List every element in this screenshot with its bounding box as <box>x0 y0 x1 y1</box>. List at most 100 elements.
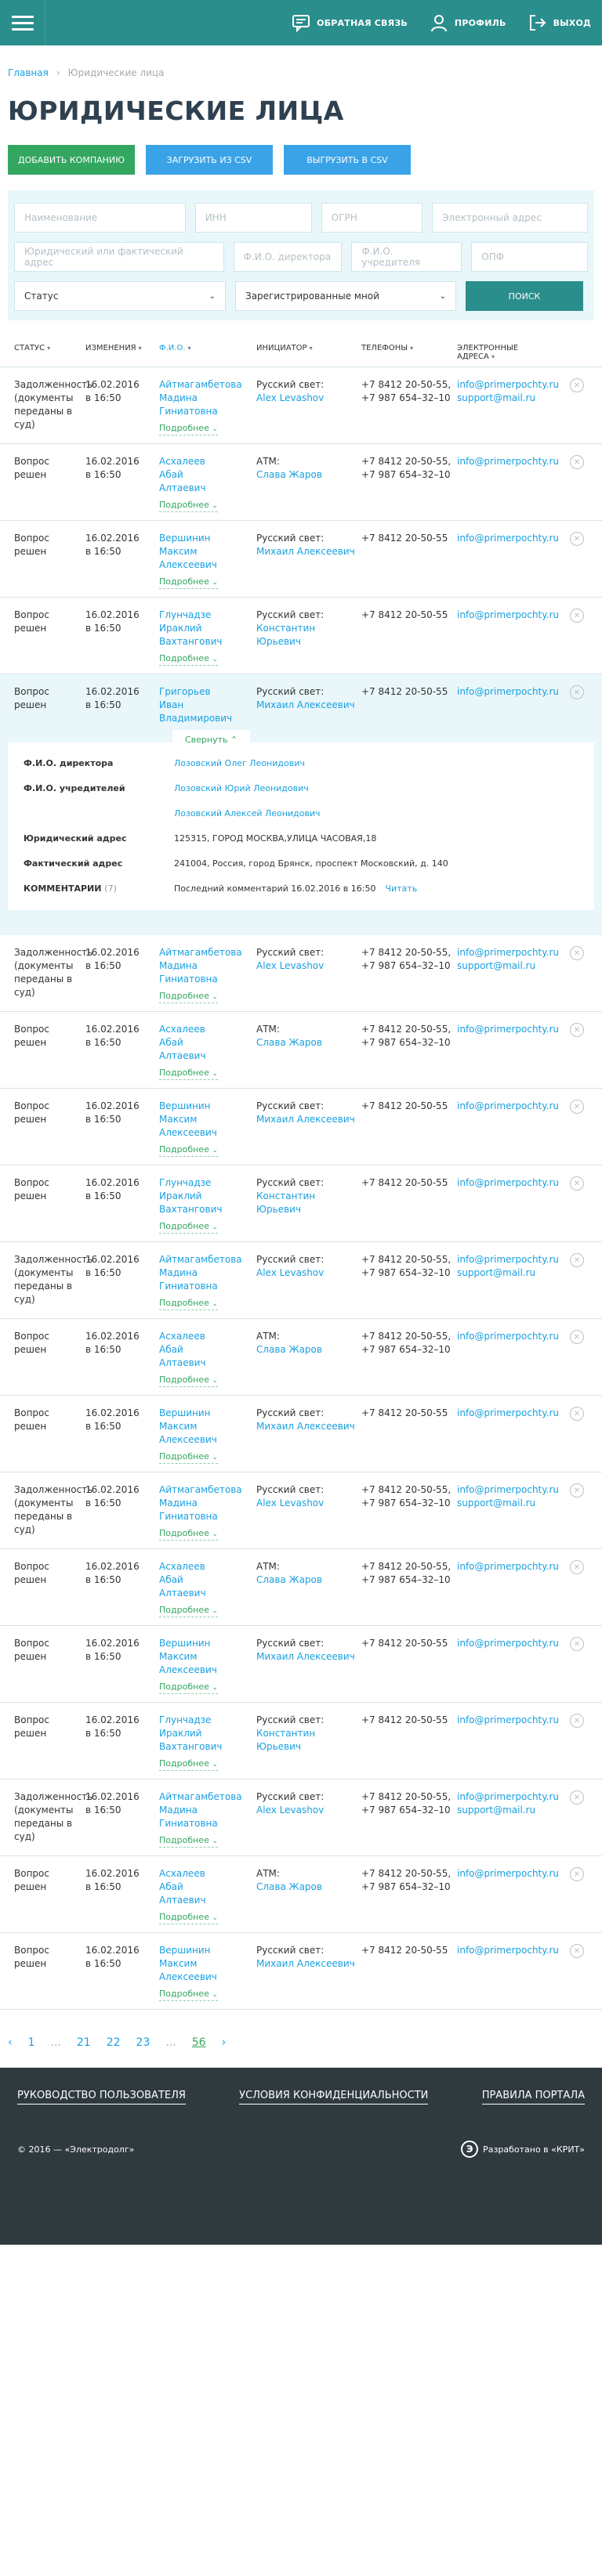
privacy-link[interactable]: УСЛОВИЯ КОНФИДЕНЦИАЛЬНОСТИ <box>239 2090 429 2105</box>
row-fio-line[interactable]: Мадина <box>159 1497 256 1510</box>
row-initiator-name[interactable]: Alex Levashov <box>256 1804 361 1817</box>
more-link[interactable]: Подробнее ⌄ <box>159 576 218 589</box>
inn-input[interactable]: ИНН <box>194 203 312 233</box>
detail-founder-value[interactable]: Лозовский Юрий Леонидович <box>174 782 321 796</box>
more-link[interactable]: Подробнее ⌄ <box>159 1528 218 1541</box>
row-fio-line[interactable]: Максим <box>159 1113 256 1126</box>
table-row[interactable]: Вопрос решен 16.02.2016 в 16:50 Вершинин Мак… <box>0 521 602 598</box>
email-input[interactable]: Электронный адрес <box>432 203 588 233</box>
row-email[interactable]: support@mail.ru <box>457 959 567 973</box>
more-link[interactable]: Подробнее ⌄ <box>159 1912 218 1924</box>
breadcrumb-home[interactable]: Главная <box>8 67 49 78</box>
ogrn-input[interactable]: ОГРН <box>321 203 423 233</box>
more-link[interactable]: Подробнее ⌄ <box>159 1068 218 1080</box>
table-row[interactable]: Вопрос решен 16.02.2016 в 16:50 Глунчадзе Ир… <box>0 1165 602 1242</box>
director-input[interactable]: Ф.И.О. директора <box>233 242 343 272</box>
row-email[interactable]: info@primerpochty.ru <box>457 1176 567 1190</box>
row-fio-line[interactable]: Абай <box>159 1343 256 1357</box>
founder-input[interactable]: Ф.И.О. учредителя <box>351 242 462 272</box>
more-link[interactable]: Подробнее ⌄ <box>159 1758 218 1771</box>
close-icon[interactable]: ✕ <box>570 609 584 623</box>
row-fio-line[interactable]: Алтаевич <box>159 1587 256 1600</box>
more-link[interactable]: Подробнее ⌄ <box>159 1375 218 1387</box>
row-initiator-name[interactable]: Alex Levashov <box>256 959 361 973</box>
close-icon[interactable]: ✕ <box>570 1560 584 1574</box>
table-row[interactable]: Вопрос решен 16.02.2016 в 16:50 Асхалеев Аба… <box>0 1012 602 1089</box>
row-email[interactable]: info@primerpochty.ru <box>457 1100 567 1113</box>
row-fio-line[interactable]: Максим <box>159 1957 256 1971</box>
row-fio-line[interactable]: Гиниатовна <box>159 1510 256 1523</box>
export-csv-button[interactable]: ВЫГРУЗИТЬ В CSV <box>284 145 411 175</box>
row-fio-line[interactable]: Мадина <box>159 959 256 973</box>
row-email[interactable]: info@primerpochty.ru <box>457 685 567 699</box>
row-fio-line[interactable]: Глунчадзе <box>159 1176 256 1190</box>
row-email[interactable]: info@primerpochty.ru <box>457 1944 567 1957</box>
row-fio-line[interactable]: Алексеевич <box>159 1126 256 1140</box>
col-emails[interactable]: ЭЛЕКТРОННЫЕ АДРЕСА ▾ <box>457 344 567 361</box>
close-icon[interactable]: ✕ <box>570 378 584 392</box>
detail-founder-value[interactable]: Лозовский Алексей Леонидович <box>174 807 321 821</box>
table-row[interactable]: Задолженность (документы переданы в суд) 16… <box>0 1779 602 1856</box>
row-fio-line[interactable]: Алексеевич <box>159 1664 256 1677</box>
row-fio-line[interactable]: Алексеевич <box>159 1971 256 1984</box>
row-fio-line[interactable]: Абай <box>159 1036 256 1050</box>
row-fio-line[interactable]: Вершинин <box>159 532 256 545</box>
close-icon[interactable]: ✕ <box>570 1483 584 1498</box>
row-fio-line[interactable]: Ираклий <box>159 622 256 635</box>
row-email[interactable]: info@primerpochty.ru <box>457 532 567 545</box>
row-fio-line[interactable]: Григорьев <box>159 685 256 699</box>
row-fio-line[interactable]: Вершинин <box>159 1407 256 1420</box>
close-icon[interactable]: ✕ <box>570 1253 584 1267</box>
row-fio-line[interactable]: Мадина <box>159 1804 256 1817</box>
row-fio-line[interactable]: Глунчадзе <box>159 609 256 622</box>
close-icon[interactable]: ✕ <box>570 1714 584 1728</box>
name-input[interactable]: Наименование <box>14 203 186 233</box>
collapse-button[interactable]: Свернуть ⌃ <box>172 730 251 746</box>
add-company-button[interactable]: ДОБАВИТЬ КОМПАНИЮ <box>8 145 135 175</box>
row-fio-line[interactable]: Вахтангович <box>159 1740 256 1754</box>
logout-link[interactable]: ВЫХОД <box>517 0 602 45</box>
row-initiator-name[interactable]: Михаил Алексеевич <box>256 545 361 558</box>
page-link[interactable]: 22 <box>107 2036 121 2049</box>
row-fio-line[interactable]: Глунчадзе <box>159 1714 256 1727</box>
row-email[interactable]: info@primerpochty.ru <box>457 378 567 392</box>
close-icon[interactable]: ✕ <box>570 1407 584 1421</box>
more-link[interactable]: Подробнее ⌄ <box>159 1298 218 1310</box>
row-fio-line[interactable]: Асхалеев <box>159 1867 256 1881</box>
table-row[interactable]: Задолженность (документы переданы в суд) 16… <box>0 935 602 1012</box>
row-fio-line[interactable]: Алексеевич <box>159 558 256 572</box>
row-fio-line[interactable]: Максим <box>159 545 256 558</box>
row-email[interactable]: info@primerpochty.ru <box>457 1330 567 1343</box>
table-row[interactable]: Задолженность (документы переданы в суд) 16… <box>0 1242 602 1319</box>
table-row[interactable]: Вопрос решен 16.02.2016 в 16:50 Вершинин Мак… <box>0 1089 602 1165</box>
row-fio-line[interactable]: Максим <box>159 1650 256 1664</box>
row-fio-line[interactable]: Ираклий <box>159 1190 256 1203</box>
row-fio-line[interactable]: Алтаевич <box>159 1050 256 1063</box>
row-email[interactable]: info@primerpochty.ru <box>457 1867 567 1881</box>
col-fio[interactable]: Ф.И.О. ▾ <box>159 344 256 352</box>
user-guide-link[interactable]: РУКОВОДСТВО ПОЛЬЗОВАТЕЛЯ <box>17 2090 186 2105</box>
table-row[interactable]: Вопрос решен 16.02.2016 в 16:50 Асхалеев Аба… <box>0 1549 602 1626</box>
row-fio-line[interactable]: Мадина <box>159 1266 256 1280</box>
status-select[interactable]: Статус ⌄ <box>14 281 226 311</box>
row-initiator-name[interactable]: Слава Жаров <box>256 1343 361 1357</box>
page-current[interactable]: 56 <box>192 2036 206 2049</box>
row-email[interactable]: info@primerpochty.ru <box>457 455 567 468</box>
row-fio-line[interactable]: Алтаевич <box>159 1357 256 1370</box>
row-initiator-name[interactable]: Слава Жаров <box>256 1573 361 1587</box>
row-initiator-name[interactable]: Слава Жаров <box>256 468 361 482</box>
row-fio-line[interactable]: Гиниатовна <box>159 1817 256 1830</box>
table-row[interactable]: Задолженность (документы переданы в суд) 16… <box>0 1472 602 1549</box>
col-date[interactable]: ИЗМЕНЕНИЯ ▾ <box>82 344 159 352</box>
row-email[interactable]: info@primerpochty.ru <box>457 1483 567 1497</box>
more-link[interactable]: Подробнее ⌄ <box>159 1682 218 1694</box>
more-link[interactable]: Подробнее ⌄ <box>159 423 218 435</box>
more-link[interactable]: Подробнее ⌄ <box>159 1451 218 1464</box>
row-email[interactable]: info@primerpochty.ru <box>457 1714 567 1727</box>
close-icon[interactable]: ✕ <box>570 532 584 546</box>
close-icon[interactable]: ✕ <box>570 1023 584 1037</box>
row-fio-line[interactable]: Гиниатовна <box>159 405 256 418</box>
row-initiator-name[interactable]: Константин Юрьевич <box>256 1727 361 1754</box>
row-email[interactable]: support@mail.ru <box>457 1266 567 1280</box>
page-link[interactable]: 1 <box>28 2036 35 2049</box>
